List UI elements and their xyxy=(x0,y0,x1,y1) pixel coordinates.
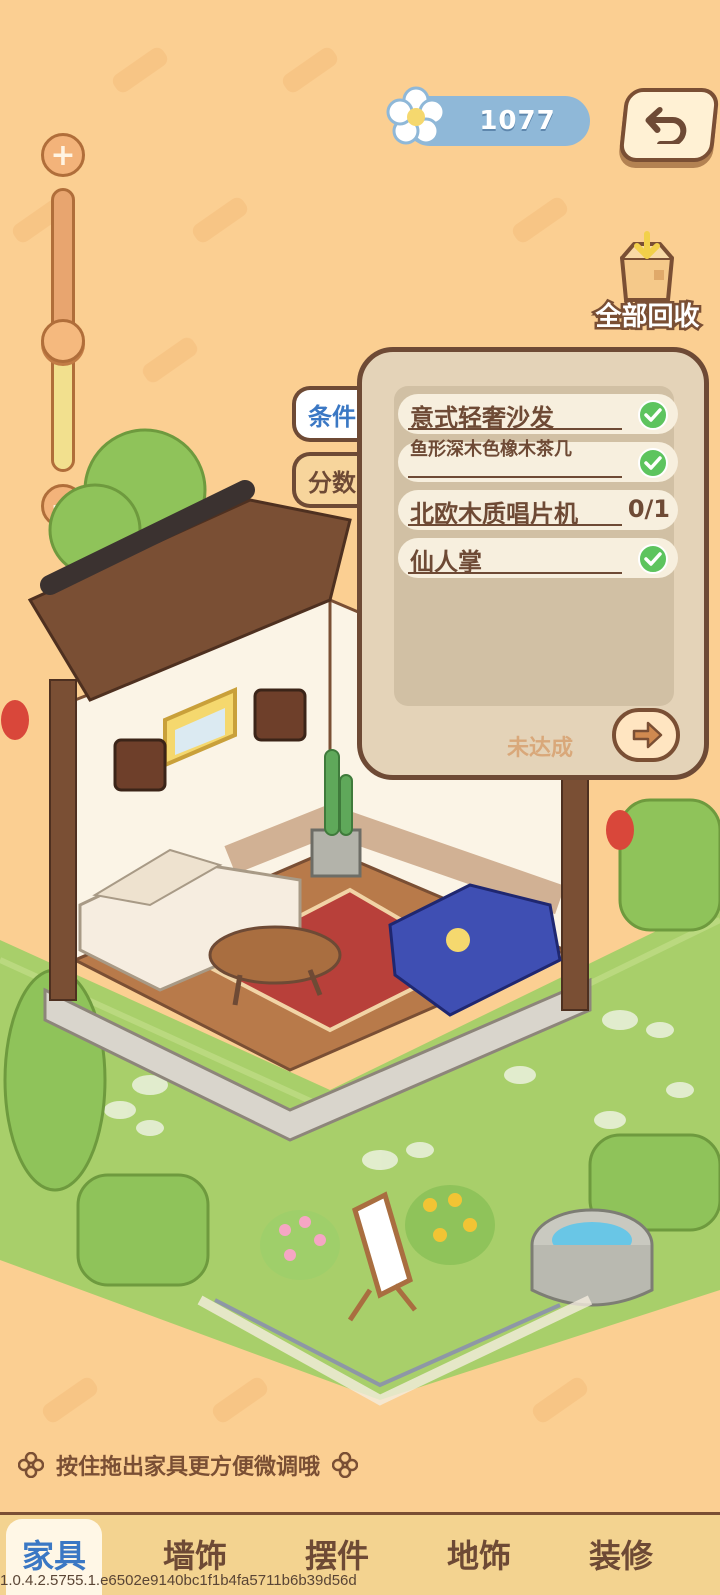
currency-amount: 1077 xyxy=(479,106,556,136)
nav-floor-decor[interactable]: 地饰 xyxy=(419,1531,539,1587)
drag-hint: 按住拖出家具更方便微调哦 xyxy=(18,1448,359,1482)
plus-icon: + xyxy=(50,137,76,173)
next-button[interactable] xyxy=(612,708,680,762)
conditions-panel: 意式轻奢沙发 鱼形深木色橡木茶几 北欧木质唱片机 0/1 仙人掌 未达成 xyxy=(357,347,709,780)
zoom-slider-handle[interactable] xyxy=(41,318,85,363)
zoom-in-button[interactable]: + xyxy=(41,133,85,177)
recycle-all-label: 全部回收 xyxy=(593,300,702,335)
wall-speaker xyxy=(253,688,307,742)
condition-item: 鱼形深木色橡木茶几 xyxy=(398,439,678,482)
check-icon xyxy=(638,448,668,478)
clover-icon xyxy=(18,1452,44,1478)
check-icon xyxy=(638,400,668,430)
flower-icon xyxy=(386,86,446,145)
clover-icon xyxy=(332,1452,359,1478)
red-lantern xyxy=(1,700,29,740)
red-lantern xyxy=(606,810,634,850)
currency-display: 1077 xyxy=(386,86,590,146)
recycle-all-button[interactable]: 全部回收 xyxy=(590,230,705,340)
version-text: 1.0.4.2.5755.1.e6502e9140bc1f1b4fa5711b6… xyxy=(0,1572,357,1589)
condition-progress: 0/1 xyxy=(627,495,670,523)
wall-speaker xyxy=(113,738,167,792)
completion-status: 未达成 xyxy=(507,736,574,761)
condition-item: 仙人掌 xyxy=(398,538,678,578)
arrow-right-icon xyxy=(632,721,663,749)
condition-item: 意式轻奢沙发 xyxy=(398,394,678,434)
stone-well xyxy=(530,1208,654,1307)
nav-renovation[interactable]: 装修 xyxy=(561,1531,681,1587)
back-button[interactable] xyxy=(618,88,720,162)
condition-item: 北欧木质唱片机 0/1 xyxy=(398,490,678,530)
undo-arrow-icon xyxy=(645,107,687,144)
check-icon xyxy=(638,544,668,574)
condition-name: 鱼形深木色橡木茶几 xyxy=(410,439,572,460)
hint-text: 按住拖出家具更方便微调哦 xyxy=(56,1455,321,1480)
